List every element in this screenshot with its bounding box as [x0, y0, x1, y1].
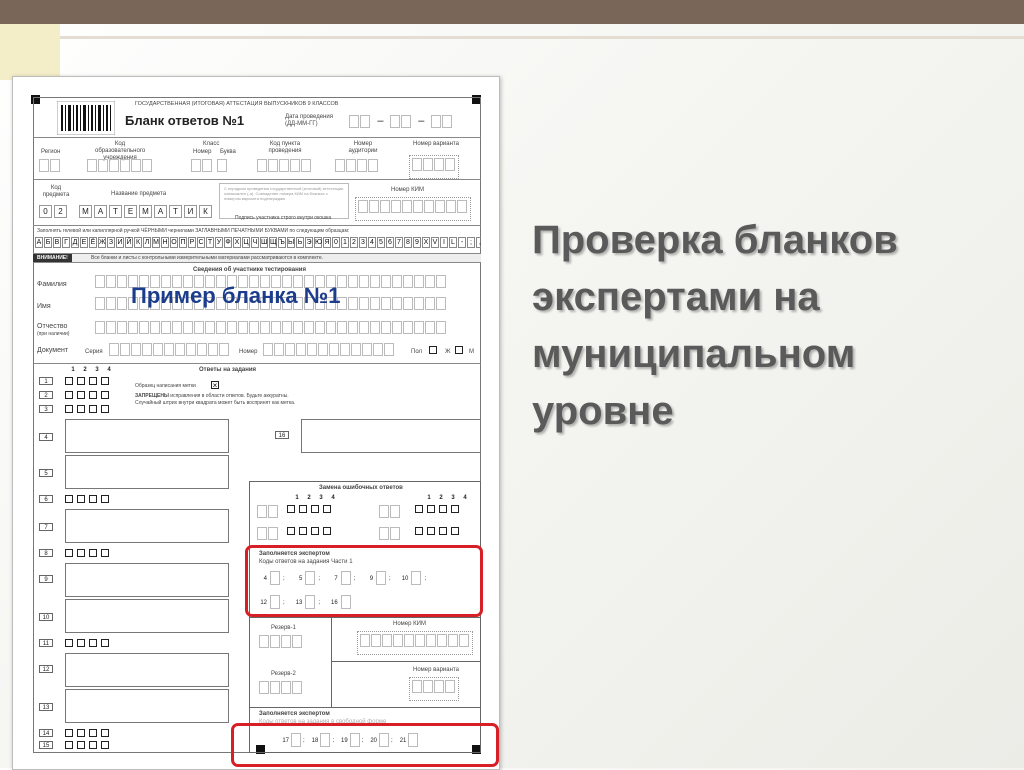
signature-box: С порядком проведения государственной (и…	[219, 183, 349, 219]
header-divider	[60, 36, 1024, 39]
kim-number-label: Номер КИМ	[391, 187, 424, 193]
answer-box	[301, 419, 481, 453]
participant-header: Сведения об участнике тестирования	[193, 267, 306, 273]
surname-label: Фамилия	[37, 281, 67, 288]
patronymic-label: Отчество	[37, 323, 68, 330]
reserve1-label: Резерв-1	[271, 625, 296, 631]
task-number: 7	[39, 523, 53, 531]
patronymic-note: (при наличии)	[37, 331, 70, 337]
forbidden-note: Случайный штрих внутри квадрата может бы…	[135, 400, 296, 406]
class-number-label: Номер	[193, 149, 212, 155]
form-title: Бланк ответов №1	[125, 113, 245, 128]
sample-mark-label: Образец написания метки	[135, 383, 196, 389]
class-letter-label: Буква	[220, 149, 236, 155]
task-number: 12	[39, 665, 53, 673]
task-number: 3	[39, 405, 53, 413]
kim-number-label-2: Номер КИМ	[393, 621, 426, 627]
number-fields	[263, 343, 395, 361]
task-number: 11	[39, 639, 53, 647]
expert-fill-label-2: Заполняется экспертом	[259, 711, 330, 717]
barcode	[56, 100, 116, 136]
task-number: 6	[39, 495, 53, 503]
replace-col-headers-left: 1234	[295, 495, 335, 501]
patronymic-fields	[95, 321, 475, 339]
task-number: 2	[39, 391, 53, 399]
document-label: Документ	[37, 347, 69, 354]
series-label: Серия	[85, 349, 103, 355]
class-label: Класс	[203, 141, 220, 147]
answer-box	[65, 419, 229, 453]
highlight-expert-part1	[245, 545, 483, 617]
variant-number-label: Номер варианта	[413, 141, 459, 147]
subject-name-label: Название предмета	[111, 191, 167, 197]
replace-header: Замена ошибочных ответов	[319, 485, 403, 491]
replace-col-headers-right: 1234	[427, 495, 467, 501]
number-label: Номер	[239, 349, 258, 355]
reserve2-fields	[259, 681, 303, 699]
header-bar	[0, 0, 1024, 24]
kim-number-fields-2	[357, 631, 473, 655]
task-number: 16	[275, 431, 289, 439]
gender-m-box	[455, 346, 467, 364]
replace-row	[379, 505, 463, 523]
task-number: 15	[39, 741, 53, 749]
sample-instruction: Заполнять гелевой или капиллярной ручкой…	[37, 228, 350, 234]
class-fields	[191, 159, 228, 177]
answer-box	[65, 599, 229, 633]
subject-code-label: Код предмета	[42, 185, 70, 198]
replace-row	[257, 505, 335, 523]
variant-number-fields	[409, 155, 459, 179]
answer-sheet-image: ГОСУДАРСТВЕННАЯ (ИТОГОВАЯ) АТТЕСТАЦИЯ ВЫ…	[12, 76, 500, 770]
task-checkboxes	[65, 741, 113, 759]
answer-box	[65, 689, 229, 723]
gender-f-box	[429, 346, 441, 364]
answer-col-headers: 1234	[71, 367, 111, 373]
reserve1-fields	[259, 635, 303, 653]
answer-box	[65, 455, 229, 489]
example-label: Пример бланка №1	[131, 283, 341, 308]
answers-header: Ответы на задания	[199, 367, 257, 373]
task-number: 10	[39, 613, 53, 621]
task-number: 5	[39, 469, 53, 477]
variant-number-fields-2	[409, 677, 459, 701]
sample-chars: АБВГДЕЁЖЗИЙКЛМНОПРСТУФХЦЧШЩЪЫЬЭЮЯ0123456…	[35, 237, 481, 249]
task-number: 13	[39, 703, 53, 711]
gender-label: Пол	[411, 349, 423, 355]
point-code-fields	[257, 159, 312, 177]
date-label: Дата проведения (ДД-ММ-ГГ)	[285, 114, 333, 127]
region-label: Регион	[41, 149, 61, 155]
variant-number-label-2: Номер варианта	[413, 667, 459, 673]
sample-mark-icon: ×	[211, 381, 219, 390]
answer-box	[65, 653, 229, 687]
attention-bar: ВНИМАНИЕ! Все бланки и листы с контрольн…	[33, 253, 481, 263]
reserve2-label: Резерв-2	[271, 671, 296, 677]
signature-label: Подпись участника строго внутри окошка	[235, 215, 332, 221]
replace-row	[379, 527, 463, 545]
task-number: 14	[39, 729, 53, 737]
room-number-label: Номер аудитории	[348, 141, 378, 154]
answer-box	[65, 563, 229, 597]
task-number: 8	[39, 549, 53, 557]
series-fields	[109, 343, 230, 361]
point-code-label: Код пункта проведения	[268, 141, 302, 154]
replace-row	[257, 527, 335, 545]
subject-code-field: 02	[39, 205, 69, 223]
kim-number-fields	[355, 197, 471, 221]
task-number: 9	[39, 575, 53, 583]
region-fields	[39, 159, 61, 177]
date-fields: – –	[349, 115, 453, 133]
room-number-fields	[335, 159, 379, 177]
task-number: 1	[39, 377, 53, 385]
answer-box	[65, 509, 229, 543]
task-number: 4	[39, 433, 53, 441]
slide-title: Проверка бланков экспертами на муниципал…	[532, 218, 898, 433]
highlight-expert-part2	[231, 723, 499, 767]
subject-name-field: МАТЕМАТИК	[79, 205, 214, 223]
form-header-text: ГОСУДАРСТВЕННАЯ (ИТОГОВАЯ) АТТЕСТАЦИЯ ВЫ…	[135, 101, 339, 107]
school-code-fields	[87, 159, 153, 177]
name-label: Имя	[37, 303, 51, 310]
